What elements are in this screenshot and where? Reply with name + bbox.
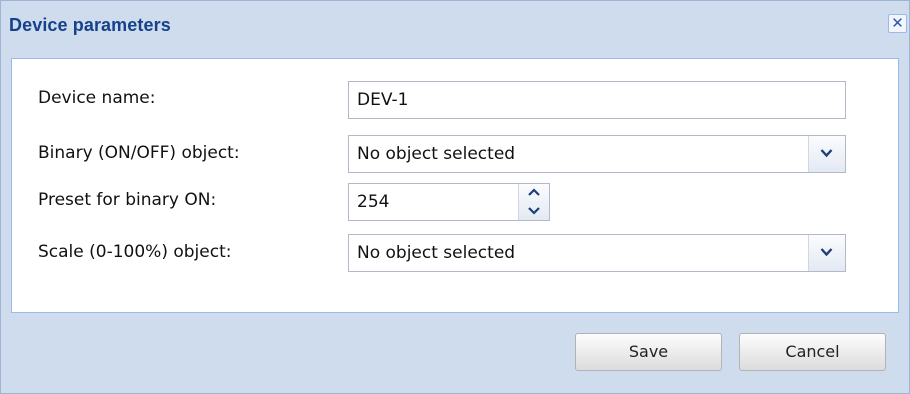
form-body: Device name: DEV-1 Binary (ON/OFF) objec… [11,58,899,313]
chevron-down-icon[interactable] [808,136,845,172]
preset-binary-on-value: 254 [357,192,390,212]
scale-object-label: Scale (0-100%) object: [38,242,232,262]
binary-object-combo[interactable]: No object selected [348,135,846,173]
scale-object-value: No object selected [357,243,516,263]
device-name-label: Device name: [38,88,156,108]
chevron-down-icon[interactable] [808,235,845,271]
cancel-button[interactable]: Cancel [739,333,886,371]
binary-object-value: No object selected [357,144,516,164]
preset-binary-on-stepper[interactable]: 254 [348,183,550,221]
spinner-down-icon[interactable] [519,202,549,220]
close-icon[interactable]: ✕ [888,14,907,33]
dialog-titlebar[interactable]: Device parameters ✕ [1,1,909,47]
dialog-title: Device parameters [9,15,171,35]
preset-binary-on-label: Preset for binary ON: [38,190,217,210]
device-parameters-dialog: Device parameters ✕ Device name: DEV-1 B… [0,0,910,394]
save-button[interactable]: Save [575,333,722,371]
spinner-buttons [518,184,549,220]
binary-object-label: Binary (ON/OFF) object: [38,143,240,163]
device-name-field[interactable]: DEV-1 [348,81,846,119]
scale-object-combo[interactable]: No object selected [348,234,846,272]
spinner-up-icon[interactable] [519,184,549,202]
